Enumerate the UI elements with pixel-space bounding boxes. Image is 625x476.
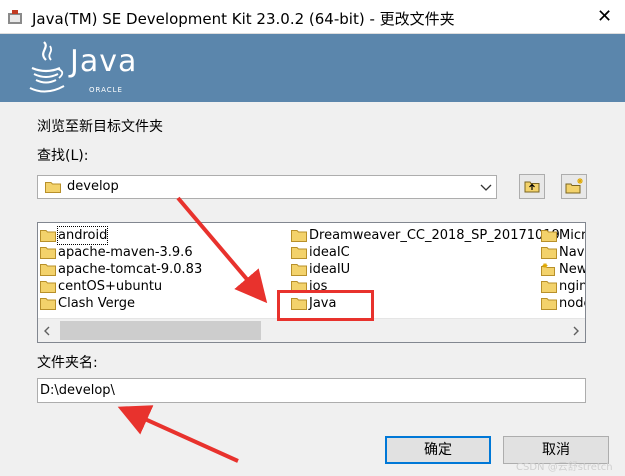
folder-item-label: node xyxy=(559,296,585,311)
folder-icon xyxy=(541,298,557,310)
new-folder-icon xyxy=(565,178,583,194)
chevron-down-icon[interactable] xyxy=(476,177,496,197)
close-button[interactable]: ✕ xyxy=(584,0,625,33)
lookin-dropdown[interactable]: develop xyxy=(37,175,497,199)
scroll-left-arrow-icon[interactable] xyxy=(42,325,52,337)
window-title: Java(TM) SE Development Kit 23.0.2 (64-b… xyxy=(32,10,455,28)
folder-icon xyxy=(40,230,56,242)
up-one-level-button[interactable] xyxy=(519,174,545,199)
ok-button[interactable]: 确定 xyxy=(385,436,491,464)
folder-icon xyxy=(291,264,307,276)
folder-item-label: Micro xyxy=(559,228,586,243)
title-bar: Java(TM) SE Development Kit 23.0.2 (64-b… xyxy=(0,0,625,34)
folder-item-label: ideaIC xyxy=(309,245,350,260)
folder-item-label: centOS+ubuntu xyxy=(58,279,163,294)
java-logo-text: Java xyxy=(70,44,138,79)
folder-icon xyxy=(291,247,307,259)
folder-icon xyxy=(40,264,56,276)
folder-item-label: Clash Verge xyxy=(58,296,136,311)
java-installer-icon xyxy=(8,10,22,24)
folder-name-label: 文件夹名: xyxy=(37,355,98,371)
dialog-prompt: 浏览至新目标文件夹 xyxy=(37,119,163,135)
folder-item-label: Navic xyxy=(559,245,585,260)
folder-item-label: android xyxy=(56,226,109,245)
folder-icon xyxy=(291,230,307,242)
watermark: CSDN @云舒stretch xyxy=(516,462,613,473)
java-cup-logo-icon xyxy=(29,41,65,93)
new-folder-icon xyxy=(541,263,555,276)
oracle-logo-text: ORACLE xyxy=(89,86,123,94)
annotation-highlight-box xyxy=(277,290,374,321)
folder-icon xyxy=(40,281,56,293)
horizontal-scrollbar[interactable] xyxy=(38,318,585,342)
folder-icon xyxy=(541,230,557,242)
lookin-label: 查找(L): xyxy=(37,148,89,164)
folder-up-icon xyxy=(524,181,540,193)
folder-item-label: Dreamweaver_CC_2018_SP_20171019 xyxy=(309,228,560,243)
folder-item-label: apache-maven-3.9.6 xyxy=(58,245,193,260)
folder-icon xyxy=(40,298,56,310)
folder-icon xyxy=(45,182,61,193)
folder-item-label: apache-tomcat-9.0.83 xyxy=(58,262,203,277)
scrollbar-thumb[interactable] xyxy=(60,321,261,340)
java-banner: Java ORACLE xyxy=(0,34,625,102)
folder-name-input[interactable] xyxy=(37,378,586,403)
new-folder-button[interactable] xyxy=(561,174,587,199)
lookin-value: develop xyxy=(67,179,119,194)
folder-icon xyxy=(541,281,557,293)
folder-item-label: ideaIU xyxy=(309,262,351,277)
folder-icon xyxy=(541,247,557,259)
folder-item-label: New F xyxy=(559,262,586,277)
folder-item-label: nginx xyxy=(559,279,585,294)
annotation-arrow-to-input xyxy=(117,405,239,463)
scroll-right-arrow-icon[interactable] xyxy=(571,325,581,337)
folder-icon xyxy=(40,247,56,259)
